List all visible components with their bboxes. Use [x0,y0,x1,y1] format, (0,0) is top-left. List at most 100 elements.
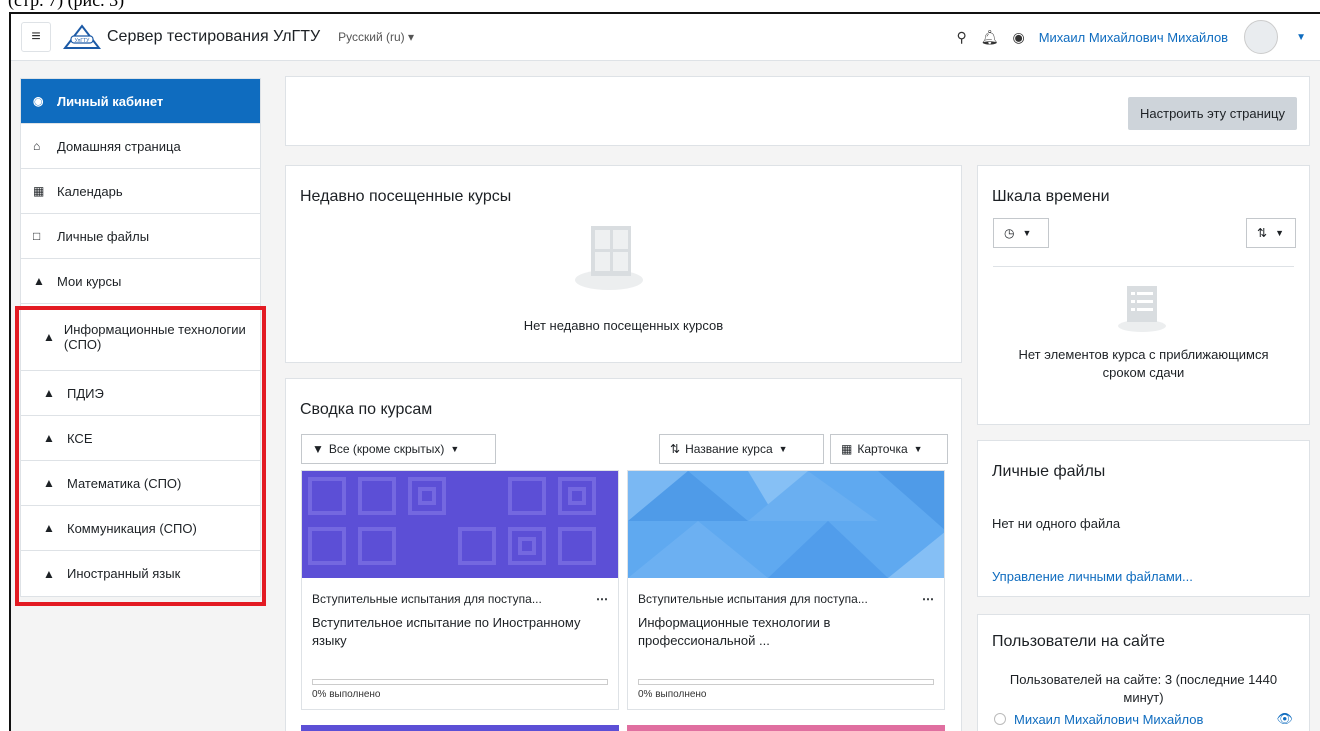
sidebar-course-item[interactable]: ▲ КСЕ [21,416,260,461]
course-category: Вступительные испытания для поступа... [312,592,542,606]
sidebar-item-private-files[interactable]: □ Личные файлы [21,214,260,259]
divider [993,266,1294,267]
timeline-filter-dropdown[interactable]: ◷ ▼ [993,218,1049,248]
course-image[interactable] [302,471,618,578]
chevron-down-icon: ▼ [450,444,460,454]
chevron-down-icon: ▼ [1275,228,1284,238]
course-card-row-2-right [627,725,945,731]
courses-empty-icon [575,226,643,290]
chevron-down-icon[interactable]: ▼ [1296,32,1306,43]
online-user-item[interactable]: Михаил Михайлович Михайлов 👁︎ [994,711,1293,727]
progress-label: 0% выполнено [638,689,707,700]
customize-page-button[interactable]: Настроить эту страницу [1128,97,1297,130]
calendar-icon: ▦ [33,184,45,198]
filter-icon: ▼ [312,442,324,456]
file-icon: □ [33,229,41,243]
block-title: Личные файлы [992,463,1106,480]
graduation-cap-icon: ▲ [43,330,55,344]
progress-bar [638,679,934,685]
block-title: Шкала времени [992,188,1110,205]
graduation-cap-icon: ▲ [33,274,45,288]
chat-icon[interactable]: ◉ [1012,29,1024,46]
recent-courses-block: Недавно посещенные курсы Нет недавно пос… [285,165,962,363]
sidebar-item-my-courses[interactable]: ▲ Мои курсы [21,259,260,304]
graduation-cap-icon: ▲ [43,386,55,400]
dropdown-label: Название курса [685,442,773,456]
graduation-cap-icon: ▲ [43,476,55,490]
user-menu-name[interactable]: Михаил Михайлович Михайлов [1039,30,1228,45]
sidebar-item-label: Личные файлы [57,228,150,244]
home-icon: ⌂ [33,139,41,153]
block-title: Пользователи на сайте [992,633,1165,650]
sidebar-course-item[interactable]: ▲ ПДИЭ [21,371,260,416]
progress-label: 0% выполнено [312,689,381,700]
more-actions-icon[interactable]: ⋯ [922,592,934,606]
empty-message: Нет ни одного файла [992,516,1121,531]
sort-icon: ⇅ [670,442,681,456]
block-title: Недавно посещенные курсы [300,188,512,205]
private-files-block: Личные файлы Нет ни одного файла Управле… [977,440,1310,597]
bell-icon[interactable]: 🔔︎ [981,29,999,46]
progress-bar [312,679,608,685]
clock-icon: ◷ [1004,226,1015,240]
empty-message: Нет недавно посещенных курсов [523,318,724,333]
search-icon[interactable]: ⚲ [956,29,966,46]
chevron-down-icon: ▼ [1022,228,1032,238]
language-menu[interactable]: Русский (ru) ▾ [338,30,414,44]
avatar [994,713,1006,725]
graduation-cap-icon: ▲ [43,521,55,535]
sort-dropdown[interactable]: ⇅ Название курса ▼ [659,434,824,464]
site-name[interactable]: Сервер тестирования УлГТУ [107,28,320,46]
view-dropdown[interactable]: ▦ Карточка ▼ [830,434,948,464]
online-users-block: Пользователи на сайте Пользователей на с… [977,614,1310,731]
timeline-block: Шкала времени ◷ ▼ ⇅ ▼ Нет элементов курс… [977,165,1310,425]
sidebar-item-label: Мои курсы [57,273,122,289]
sidebar-item-label: Личный кабинет [57,93,164,109]
avatar[interactable] [1244,20,1279,54]
page-header-card: Настроить эту страницу [285,76,1310,146]
list-empty-icon [1118,286,1166,332]
sidebar-item-calendar[interactable]: ▦ Календарь [21,169,260,214]
sidebar-item-label: Иностранный язык [67,566,181,581]
timeline-sort-dropdown[interactable]: ⇅ ▼ [1246,218,1296,248]
grid-icon: ▦ [841,442,853,456]
course-name[interactable]: Информационные технологии в профессионал… [638,614,934,650]
course-image[interactable] [628,471,944,578]
sidebar-course-item[interactable]: ▲ Информационные технологии (СПО) [21,304,260,371]
online-count: Пользователей на сайте: 3 (последние 144… [1009,672,1278,705]
sidebar-item-home[interactable]: ⌂ Домашняя страница [21,124,260,169]
course-card[interactable]: Вступительные испытания для поступа... ⋯… [627,470,945,710]
block-title: Сводка по курсам [300,401,433,418]
course-card[interactable]: Вступительные испытания для поступа... ⋯… [301,470,619,710]
dropdown-label: Все (кроме скрытых) [328,442,445,456]
sidebar-item-label: Коммуникация (СПО) [67,520,197,536]
more-actions-icon[interactable]: ⋯ [596,592,608,606]
sidebar-item-dashboard[interactable]: ◉ Личный кабинет [21,79,260,124]
empty-message: Нет элементов курса с приближающимся сро… [1018,347,1269,380]
menu-toggle-button[interactable]: ≡ [21,22,51,52]
course-overview-block: Сводка по курсам ▼ Все (кроме скрытых) ▼… [285,378,962,731]
sidebar-course-item[interactable]: ▲ Математика (СПО) [21,461,260,506]
navbar: ≡ УлГТУ Сервер тестирования УлГТУ Русски… [11,14,1320,61]
chevron-down-icon: ▼ [913,444,923,454]
svg-text:УлГТУ: УлГТУ [75,38,91,44]
grouping-filter-dropdown[interactable]: ▼ Все (кроме скрытых) ▼ [301,434,496,464]
caption-fragment: (стр. 7) (рис. 3) [8,0,125,10]
graduation-cap-icon: ▲ [43,566,55,581]
sidebar-item-label: Математика (СПО) [67,475,182,491]
course-category: Вступительные испытания для поступа... [638,592,868,606]
online-user-link[interactable]: Михаил Михайлович Михайлов [1014,712,1203,727]
sidebar-item-label: Календарь [57,183,123,199]
sidebar-item-label: ПДИЭ [67,385,104,401]
sidebar-course-item[interactable]: ▲ Коммуникация (СПО) [21,506,260,551]
sidebar-course-item[interactable]: ▲ Иностранный язык [21,551,260,596]
site-logo-icon[interactable]: УлГТУ [63,24,101,50]
dashboard-icon: ◉ [33,94,44,108]
manage-files-link[interactable]: Управление личными файлами... [992,569,1193,584]
sidebar-item-label: Информационные технологии (СПО) [63,322,246,352]
browser-frame: ≡ УлГТУ Сервер тестирования УлГТУ Русски… [9,12,1320,731]
eye-icon[interactable]: 👁︎ [1276,711,1293,727]
graduation-cap-icon: ▲ [43,431,55,445]
sort-icon: ⇅ [1257,226,1268,240]
course-name[interactable]: Вступительное испытание по Иностранному … [312,614,608,650]
